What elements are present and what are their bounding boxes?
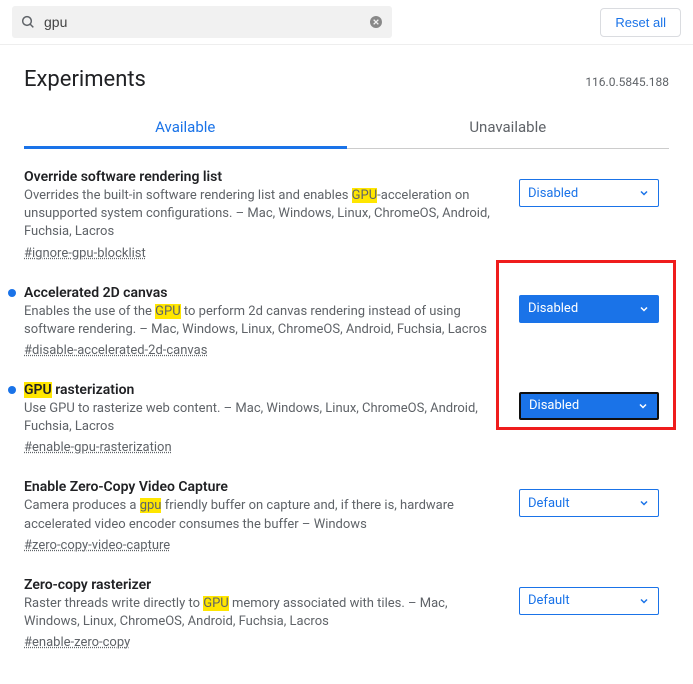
page-title: Experiments <box>24 67 146 92</box>
flag-anchor-link[interactable]: #disable-accelerated-2d-canvas <box>24 343 503 358</box>
flag-content: GPU rasterization Use GPU to rasterize we… <box>24 382 519 455</box>
flag-row: GPU rasterization Use GPU to rasterize we… <box>24 368 669 465</box>
search-icon <box>20 14 36 30</box>
flag-content: Override software rendering list Override… <box>24 169 519 261</box>
flag-select[interactable]: Default <box>519 489 659 517</box>
flag-row: Enable Zero-Copy Video Capture Camera pro… <box>24 465 669 562</box>
flag-select[interactable]: Disabled <box>519 179 659 207</box>
chevron-down-icon <box>638 497 650 509</box>
flag-description: Enables the use of the GPU to perform 2d… <box>24 303 503 339</box>
flag-select-wrap: Disabled <box>519 285 669 358</box>
flag-description: Overrides the built-in software renderin… <box>24 187 503 242</box>
flag-description: Raster threads write directly to GPU mem… <box>24 595 503 631</box>
flag-description: Camera produces a gpu friendly buffer on… <box>24 497 503 533</box>
search-box[interactable] <box>12 6 392 38</box>
modified-dot-icon <box>8 289 16 297</box>
flag-anchor-link[interactable]: #zero-copy-video-capture <box>24 538 503 553</box>
tabs: Available Unavailable <box>24 108 669 149</box>
chevron-down-icon <box>638 187 650 199</box>
flag-content: Enable Zero-Copy Video Capture Camera pro… <box>24 479 519 552</box>
flag-select-wrap: Disabled <box>519 169 669 261</box>
reset-all-button[interactable]: Reset all <box>600 8 681 37</box>
flag-select-value: Default <box>528 496 570 511</box>
flag-select[interactable]: Default <box>519 587 659 615</box>
flag-select[interactable]: Disabled <box>519 392 659 420</box>
flag-title: Accelerated 2D canvas <box>24 285 503 301</box>
search-input[interactable] <box>44 14 368 30</box>
flag-row: Zero-copy rasterizer Raster threads write… <box>24 563 669 660</box>
tab-unavailable[interactable]: Unavailable <box>347 108 670 148</box>
tab-available[interactable]: Available <box>24 108 347 149</box>
flag-select-value: Disabled <box>528 301 578 316</box>
flag-select-value: Disabled <box>529 398 579 413</box>
flag-title: Zero-copy rasterizer <box>24 577 503 593</box>
flag-title: Override software rendering list <box>24 169 503 185</box>
flag-title: GPU rasterization <box>24 382 503 398</box>
modified-dot-icon <box>8 386 16 394</box>
flag-anchor-link[interactable]: #enable-zero-copy <box>24 635 503 650</box>
flag-title: Enable Zero-Copy Video Capture <box>24 479 503 495</box>
flag-anchor-link[interactable]: #enable-gpu-rasterization <box>24 440 503 455</box>
flag-select-value: Default <box>528 593 570 608</box>
search-bar: Reset all <box>0 0 693 45</box>
flag-row: Accelerated 2D canvas Enables the use of … <box>24 271 669 368</box>
flag-row: Override software rendering list Override… <box>24 155 669 271</box>
flag-description: Use GPU to rasterize web content. – Mac,… <box>24 400 503 436</box>
flag-content: Accelerated 2D canvas Enables the use of … <box>24 285 519 358</box>
flag-select[interactable]: Disabled <box>519 295 659 323</box>
flag-anchor-link[interactable]: #ignore-gpu-blocklist <box>24 246 503 261</box>
chevron-down-icon <box>638 303 650 315</box>
flag-select-wrap: Default <box>519 479 669 552</box>
flags-list: Override software rendering list Override… <box>24 155 669 660</box>
clear-search-icon[interactable] <box>368 14 384 30</box>
version-label: 116.0.5845.188 <box>585 75 669 89</box>
chevron-down-icon <box>637 400 649 412</box>
flag-select-wrap: Disabled <box>519 382 669 455</box>
flag-content: Zero-copy rasterizer Raster threads write… <box>24 577 519 650</box>
flag-select-value: Disabled <box>528 186 578 201</box>
chevron-down-icon <box>638 595 650 607</box>
flag-select-wrap: Default <box>519 577 669 650</box>
